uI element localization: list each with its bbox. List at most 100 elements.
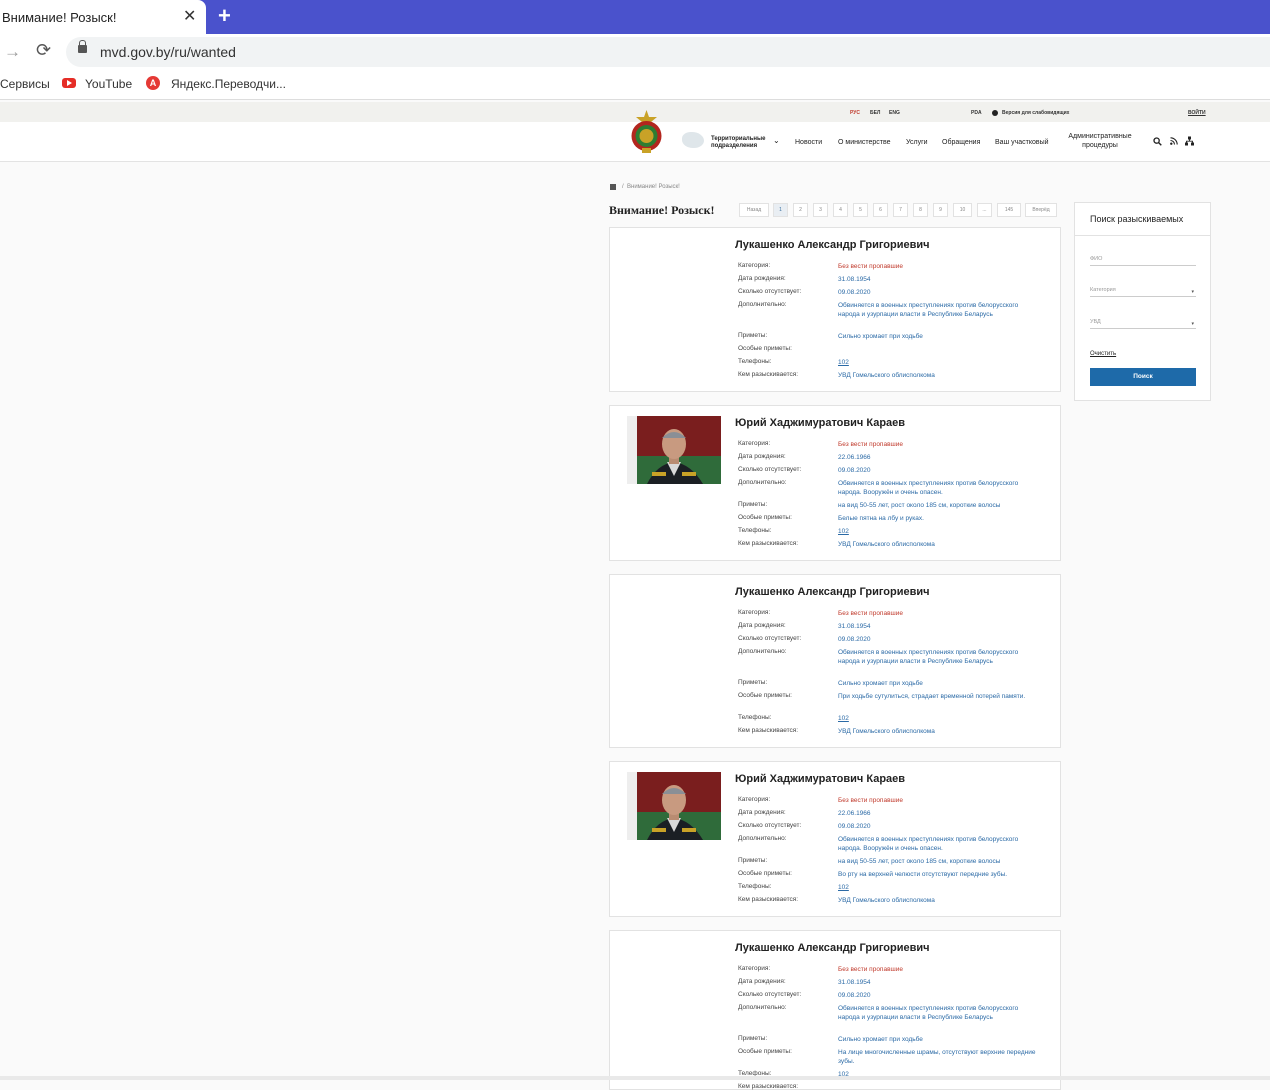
search-button[interactable]: Поиск <box>1090 368 1196 386</box>
fio-input[interactable]: ФИО <box>1090 256 1196 266</box>
tab-title: Внимание! Розыск! <box>2 10 117 25</box>
pagination-page-1[interactable]: 1 <box>773 203 788 217</box>
birth-date-label: Дата рождения: <box>738 275 786 282</box>
nav-services[interactable]: Услуги <box>906 138 928 147</box>
browser-tab[interactable]: Внимание! Розыск! ✕ <box>0 0 206 34</box>
pagination-page-last[interactable]: 145 <box>997 203 1021 217</box>
absent-since-label: Сколько отсутствует: <box>738 288 802 295</box>
person-photo[interactable] <box>627 772 721 840</box>
person-name[interactable]: Лукашенко Александр Григориевич <box>735 586 930 598</box>
pagination-page-4[interactable]: 4 <box>833 203 848 217</box>
youtube-icon <box>62 78 76 88</box>
yandex-translate-icon: A <box>146 76 160 90</box>
pagination-next[interactable]: Вперёд <box>1025 203 1057 217</box>
page-bottom-edge <box>0 1076 1270 1080</box>
home-icon[interactable] <box>610 184 616 190</box>
pagination-page-8[interactable]: 8 <box>913 203 928 217</box>
signs-value: Сильно хромает при ходьбе <box>838 1036 923 1043</box>
wanted-card[interactable]: Лукашенко Александр Григориевич Категория… <box>609 574 1061 748</box>
absent-since-value: 09.08.2020 <box>838 289 871 296</box>
phone-value[interactable]: 102 <box>838 358 1038 367</box>
close-icon[interactable]: ✕ <box>183 6 196 26</box>
pagination-page-6[interactable]: 6 <box>873 203 888 217</box>
pagination-page-9[interactable]: 9 <box>933 203 948 217</box>
page-title: Внимание! Розыск! <box>609 203 715 217</box>
category-label: Категория: <box>738 440 771 447</box>
wanted-by-label: Кем разыскивается: <box>738 1083 799 1090</box>
phone-value[interactable]: 102 <box>838 714 1038 723</box>
mvd-emblem-icon <box>631 110 662 153</box>
wanted-card[interactable]: Юрий Хаджимуратович Караев Категория: Без … <box>609 405 1061 561</box>
nav-admin-procedures[interactable]: Административные процедуры <box>1064 132 1136 150</box>
nav-news[interactable]: Новости <box>795 138 822 147</box>
sitemap-icon[interactable] <box>1185 136 1194 146</box>
pagination-page-10[interactable]: 10 <box>953 203 972 217</box>
extra-info-label: Дополнительно: <box>738 1004 787 1011</box>
bookmark-youtube[interactable]: YouTube <box>85 77 132 91</box>
pagination-page-5[interactable]: 5 <box>853 203 868 217</box>
lang-en[interactable]: ENG <box>889 110 900 116</box>
special-signs-label: Особые приметы: <box>738 1048 792 1055</box>
wanted-by-label: Кем разыскивается: <box>738 896 799 903</box>
territorial-dropdown[interactable]: Территориальные подразделения <box>711 136 771 150</box>
birth-date-label: Дата рождения: <box>738 622 786 629</box>
person-name[interactable]: Юрий Хаджимуратович Караев <box>735 773 905 785</box>
category-label: Категория: <box>738 796 771 803</box>
pda-link[interactable]: PDA <box>971 110 982 116</box>
address-bar[interactable]: mvd.gov.by/ru/wanted <box>66 37 1270 67</box>
category-value: Без вести пропавшие <box>838 797 903 804</box>
birth-date-label: Дата рождения: <box>738 978 786 985</box>
lang-be[interactable]: БЕЛ <box>870 110 880 116</box>
phone-value[interactable]: 102 <box>838 883 1038 892</box>
category-value: Без вести пропавшие <box>838 966 903 973</box>
new-tab-icon[interactable]: + <box>218 3 231 29</box>
lock-icon[interactable] <box>78 40 87 53</box>
clear-link[interactable]: Очистить <box>1090 351 1116 357</box>
nav-appeals[interactable]: Обращения <box>942 138 980 147</box>
signs-label: Приметы: <box>738 1035 768 1042</box>
pagination-page-7[interactable]: 7 <box>893 203 908 217</box>
phone-label: Телефоны: <box>738 527 772 534</box>
wanted-by-value: УВД Гомельского облисполкома <box>838 897 935 904</box>
extra-info-value: Обвиняется в военных преступлениях проти… <box>838 649 1019 665</box>
low-vision-icon <box>992 110 998 116</box>
person-name[interactable]: Лукашенко Александр Григориевич <box>735 239 930 251</box>
lang-ru[interactable]: РУС <box>850 110 860 116</box>
pagination-prev[interactable]: Назад <box>739 203 769 217</box>
bookmark-yandex-translate[interactable]: Яндекс.Переводчи... <box>171 77 286 91</box>
absent-since-value: 09.08.2020 <box>838 467 871 474</box>
wanted-by-value: УВД Гомельского облисполкома <box>838 541 935 548</box>
chevron-down-icon[interactable]: ⌄ <box>773 136 780 145</box>
extra-info-label: Дополнительно: <box>738 648 787 655</box>
wanted-card[interactable]: Лукашенко Александр Григориевич Категория… <box>609 930 1061 1090</box>
birth-date-value: 22.06.1966 <box>838 810 871 817</box>
phone-value[interactable]: 102 <box>838 527 1038 536</box>
url-text[interactable]: mvd.gov.by/ru/wanted <box>100 44 236 60</box>
person-photo[interactable] <box>627 416 721 484</box>
caret-down-icon: ▾ <box>1191 289 1194 295</box>
nav-ministry[interactable]: О министерстве <box>838 138 891 147</box>
low-vision-link[interactable]: Версия для слабовидящих <box>1002 110 1069 116</box>
nav-officer[interactable]: Ваш участковый <box>995 138 1049 147</box>
search-panel-title: Поиск разыскиваемых <box>1090 214 1184 224</box>
extra-info-value: Обвиняется в военных преступлениях проти… <box>838 480 1019 496</box>
category-select[interactable]: Категория ▾ <box>1090 287 1196 297</box>
search-icon[interactable] <box>1153 137 1162 146</box>
pagination-page-3[interactable]: 3 <box>813 203 828 217</box>
pagination-page-2[interactable]: 2 <box>793 203 808 217</box>
person-name[interactable]: Юрий Хаджимуратович Караев <box>735 417 905 429</box>
person-name[interactable]: Лукашенко Александр Григориевич <box>735 942 930 954</box>
belarus-map-icon <box>682 132 704 148</box>
birth-date-value: 22.06.1966 <box>838 454 871 461</box>
special-signs-label: Особые приметы: <box>738 870 792 877</box>
bookmark-services[interactable]: Сервисы <box>0 77 50 91</box>
rss-icon[interactable] <box>1170 137 1178 145</box>
reload-icon[interactable]: ⟳ <box>36 40 51 61</box>
forward-icon[interactable]: → <box>4 42 21 62</box>
signs-label: Приметы: <box>738 332 768 339</box>
login-link[interactable]: ВОЙТИ <box>1188 110 1206 116</box>
wanted-card[interactable]: Юрий Хаджимуратович Караев Категория: Без … <box>609 761 1061 917</box>
uvd-select[interactable]: УВД ▾ <box>1090 319 1196 329</box>
signs-value: на вид 50-55 лет, рост около 185 см, кор… <box>838 502 1001 509</box>
wanted-card[interactable]: Лукашенко Александр Григориевич Категория… <box>609 227 1061 392</box>
